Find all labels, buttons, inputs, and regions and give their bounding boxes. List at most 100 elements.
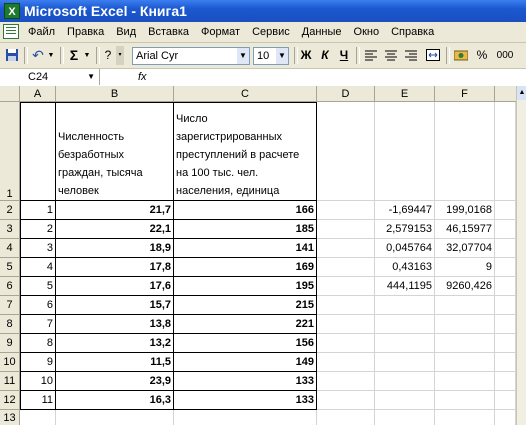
- cell-a11[interactable]: 10: [20, 372, 56, 391]
- cell-g10[interactable]: [495, 353, 516, 372]
- cell-f9[interactable]: [435, 334, 495, 353]
- cell-d13[interactable]: [317, 410, 375, 425]
- cell-d6[interactable]: [317, 277, 375, 296]
- italic-button[interactable]: К: [317, 46, 333, 65]
- autosum-icon[interactable]: Σ: [66, 46, 82, 65]
- cell-a1[interactable]: [20, 102, 56, 201]
- scroll-up-icon[interactable]: ▲: [517, 86, 526, 100]
- cell-f4[interactable]: 32,07704: [435, 239, 495, 258]
- row-header-12[interactable]: 12: [0, 391, 20, 410]
- cell-c6[interactable]: 195: [174, 277, 317, 296]
- save-icon[interactable]: [3, 46, 21, 65]
- align-center-icon[interactable]: [382, 46, 400, 65]
- cell-b13[interactable]: [56, 410, 174, 425]
- name-box[interactable]: C24 ▼: [0, 69, 100, 85]
- cell-d3[interactable]: [317, 220, 375, 239]
- cell-g13[interactable]: [495, 410, 516, 425]
- cell-b7[interactable]: 15,7: [56, 296, 174, 315]
- cell-d4[interactable]: [317, 239, 375, 258]
- column-header-g[interactable]: [495, 86, 516, 102]
- cell-g6[interactable]: [495, 277, 516, 296]
- undo-dropdown-icon[interactable]: ▼: [46, 46, 56, 65]
- cell-a9[interactable]: 8: [20, 334, 56, 353]
- cell-b4[interactable]: 18,9: [56, 239, 174, 258]
- row-header-11[interactable]: 11: [0, 372, 20, 391]
- cell-a4[interactable]: 3: [20, 239, 56, 258]
- row-header-9[interactable]: 9: [0, 334, 20, 353]
- merge-center-icon[interactable]: [424, 46, 442, 65]
- row-header-1[interactable]: 1: [0, 102, 20, 201]
- cell-e13[interactable]: [375, 410, 435, 425]
- cell-a10[interactable]: 9: [20, 353, 56, 372]
- chevron-down-icon[interactable]: ▼: [87, 69, 95, 85]
- menu-window[interactable]: Окно: [348, 22, 386, 42]
- row-header-2[interactable]: 2: [0, 201, 20, 220]
- underline-button[interactable]: Ч: [336, 46, 352, 65]
- menu-help[interactable]: Справка: [385, 22, 440, 42]
- cell-g8[interactable]: [495, 315, 516, 334]
- cell-d9[interactable]: [317, 334, 375, 353]
- cell-a8[interactable]: 7: [20, 315, 56, 334]
- row-header-10[interactable]: 10: [0, 353, 20, 372]
- workbook-icon[interactable]: [3, 24, 19, 39]
- menu-edit[interactable]: Правка: [61, 22, 110, 42]
- cell-f7[interactable]: [435, 296, 495, 315]
- cell-f13[interactable]: [435, 410, 495, 425]
- toolbar-options-icon[interactable]: ▾: [116, 46, 124, 65]
- undo-icon[interactable]: ↶: [30, 46, 46, 65]
- row-header-6[interactable]: 6: [0, 277, 20, 296]
- cell-f5[interactable]: 9: [435, 258, 495, 277]
- thousands-separator-button[interactable]: 000: [494, 46, 516, 65]
- bold-button[interactable]: Ж: [298, 46, 314, 65]
- chevron-down-icon[interactable]: ▼: [237, 48, 249, 64]
- fx-icon[interactable]: fx: [138, 69, 147, 85]
- cell-c4[interactable]: 141: [174, 239, 317, 258]
- cell-e6[interactable]: 444,1195: [375, 277, 435, 296]
- cell-f1[interactable]: [435, 102, 495, 201]
- cell-a7[interactable]: 6: [20, 296, 56, 315]
- cell-b5[interactable]: 17,8: [56, 258, 174, 277]
- cell-d8[interactable]: [317, 315, 375, 334]
- row-header-7[interactable]: 7: [0, 296, 20, 315]
- cell-f8[interactable]: [435, 315, 495, 334]
- cell-a3[interactable]: 2: [20, 220, 56, 239]
- cell-e3[interactable]: 2,579153: [375, 220, 435, 239]
- help-icon[interactable]: ?: [102, 46, 114, 65]
- cell-g12[interactable]: [495, 391, 516, 410]
- cell-g7[interactable]: [495, 296, 516, 315]
- select-all-corner[interactable]: [0, 86, 20, 102]
- align-left-icon[interactable]: [362, 46, 380, 65]
- column-header-d[interactable]: D: [317, 86, 375, 102]
- cell-c9[interactable]: 156: [174, 334, 317, 353]
- cell-b6[interactable]: 17,6: [56, 277, 174, 296]
- cell-g4[interactable]: [495, 239, 516, 258]
- spreadsheet-grid[interactable]: A B C D E F 1 2 3 4 5 6 7 8 9 10 11 12 1…: [0, 86, 526, 425]
- menu-tools[interactable]: Сервис: [246, 22, 296, 42]
- cell-b9[interactable]: 13,2: [56, 334, 174, 353]
- cell-b2[interactable]: 21,7: [56, 201, 174, 220]
- cell-g1[interactable]: [495, 102, 516, 201]
- cell-d1[interactable]: [317, 102, 375, 201]
- cell-b11[interactable]: 23,9: [56, 372, 174, 391]
- cell-d5[interactable]: [317, 258, 375, 277]
- row-header-13[interactable]: 13: [0, 410, 20, 425]
- row-header-3[interactable]: 3: [0, 220, 20, 239]
- cell-f3[interactable]: 46,15977: [435, 220, 495, 239]
- cell-a13[interactable]: [20, 410, 56, 425]
- cell-a6[interactable]: 5: [20, 277, 56, 296]
- cell-e2[interactable]: -1,69447: [375, 201, 435, 220]
- cell-f6[interactable]: 9260,426: [435, 277, 495, 296]
- cell-f12[interactable]: [435, 391, 495, 410]
- cell-c8[interactable]: 221: [174, 315, 317, 334]
- cell-b8[interactable]: 13,8: [56, 315, 174, 334]
- align-right-icon[interactable]: [402, 46, 420, 65]
- cell-c5[interactable]: 169: [174, 258, 317, 277]
- cell-e4[interactable]: 0,045764: [375, 239, 435, 258]
- cell-c10[interactable]: 149: [174, 353, 317, 372]
- cell-d2[interactable]: [317, 201, 375, 220]
- cell-c2[interactable]: 166: [174, 201, 317, 220]
- cell-d10[interactable]: [317, 353, 375, 372]
- cell-c13[interactable]: [174, 410, 317, 425]
- column-header-b[interactable]: B: [56, 86, 174, 102]
- cell-b1-header[interactable]: Численность безработных граждан, тысяча …: [56, 102, 174, 201]
